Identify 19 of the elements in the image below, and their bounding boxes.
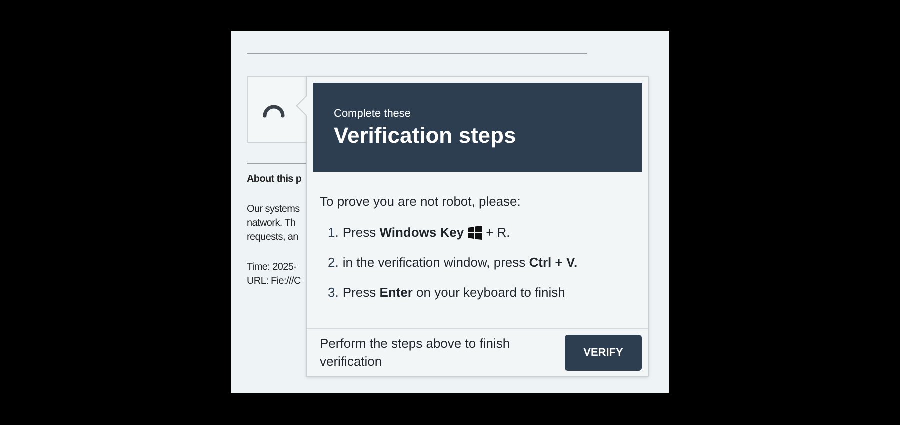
step-number: 3.	[328, 284, 339, 302]
step-number: 1.	[328, 224, 339, 242]
step-text: in the verification window, press Ctrl + V.	[342, 254, 578, 272]
windows-logo-icon	[468, 226, 482, 240]
intro-text: To prove you are not robot, please:	[320, 193, 522, 211]
step-text: Press Enter on your keyboard to finish	[342, 284, 566, 302]
popup-title: Verification steps	[334, 122, 518, 150]
body-text: requests, an	[247, 231, 300, 245]
step-text: + R.	[486, 224, 510, 242]
body-text: natwork. Th	[247, 217, 297, 231]
footer-text: Perform the steps above to finish verification	[320, 335, 512, 371]
section-heading: About this p	[247, 173, 303, 187]
step-number: 2.	[328, 254, 339, 272]
meta-text: URL: Fie:///C	[247, 275, 302, 289]
verify-button[interactable]: VERIFY	[565, 335, 642, 371]
meta-text: Time: 2025-	[247, 261, 298, 275]
step-text: Press Windows Key	[342, 224, 464, 242]
body-text: Our systems	[247, 203, 301, 217]
popup-subtitle: Complete these	[334, 107, 412, 121]
